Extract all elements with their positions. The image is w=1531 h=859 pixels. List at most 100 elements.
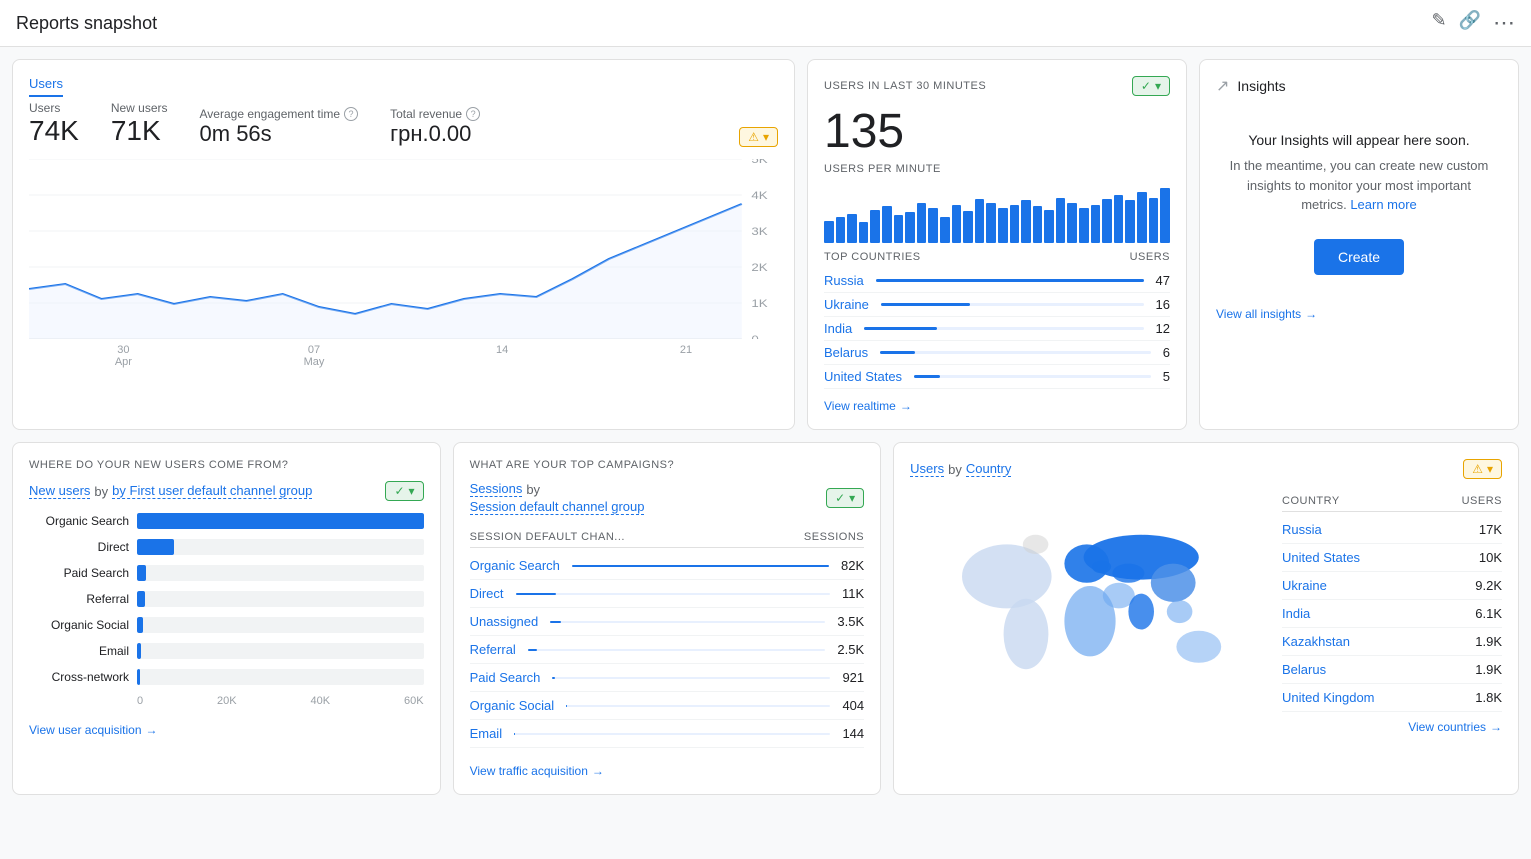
country-name[interactable]: India <box>824 321 852 336</box>
insights-headline: Your Insights will appear here soon. <box>1226 132 1492 148</box>
geo-country-name[interactable]: United Kingdom <box>1282 690 1375 705</box>
country-row: Ukraine 16 <box>824 293 1170 317</box>
by-label: by <box>526 482 540 497</box>
realtime-header: USERS IN LAST 30 MINUTES ✓ ▾ <box>824 76 1170 96</box>
country-row: Russia 47 <box>824 269 1170 293</box>
world-map-svg <box>930 502 1250 702</box>
more-icon[interactable]: ⋯ <box>1493 10 1515 36</box>
share-icon[interactable]: 🔗 <box>1459 10 1481 36</box>
col-country: COUNTRY <box>1282 495 1340 507</box>
check-chevron: ▾ <box>849 491 855 505</box>
realtime-bar <box>847 214 857 243</box>
view-all-insights-link[interactable]: View all insights → <box>1216 295 1502 321</box>
geo-card: Users by Country ⚠ ▾ <box>893 442 1519 795</box>
acq-fill <box>137 539 174 555</box>
svg-text:0: 0 <box>751 333 759 339</box>
x-label-21: 21 <box>680 344 692 368</box>
engagement-info-icon[interactable]: ? <box>344 107 358 121</box>
new-users-selector[interactable]: New users <box>29 483 90 499</box>
campaign-name[interactable]: Email <box>470 726 503 741</box>
stats-tabs: Users <box>29 76 778 97</box>
geo-country-name[interactable]: United States <box>1282 550 1360 565</box>
view-acquisition-link[interactable]: View user acquisition → <box>29 723 424 737</box>
tab-users[interactable]: Users <box>29 76 63 97</box>
countries-list: Russia 47 Ukraine 16 India 12 Belarus 6 <box>824 269 1170 389</box>
country-name[interactable]: Belarus <box>824 345 868 360</box>
campaigns-check-badge[interactable]: ✓ ▾ <box>826 488 864 508</box>
campaign-bar <box>550 621 561 623</box>
svg-text:3K: 3K <box>751 225 767 238</box>
country-value: 12 <box>1156 321 1170 336</box>
channel-selector[interactable]: by First user default channel group <box>112 483 312 499</box>
geo-warning-badge[interactable]: ⚠ ▾ <box>1463 459 1502 479</box>
new-users-stat: New users 71K <box>111 101 168 147</box>
header-actions: ✎ 🔗 ⋯ <box>1431 10 1515 36</box>
x-label-07may: 07May <box>304 344 325 368</box>
revenue-info-icon[interactable]: ? <box>466 107 480 121</box>
campaign-name[interactable]: Organic Search <box>470 558 560 573</box>
geo-country-value: 17K <box>1479 522 1502 537</box>
country-selector[interactable]: Country <box>966 461 1012 477</box>
channel-group-selector[interactable]: Session default channel group <box>470 499 645 515</box>
top-row: Users Users 74K New users 71K <box>12 59 1519 430</box>
view-campaigns-link[interactable]: View traffic acquisition → <box>470 764 865 778</box>
arrow-icon: → <box>1490 720 1502 734</box>
users-value: 74K <box>29 115 79 147</box>
realtime-bar <box>952 205 962 243</box>
country-name[interactable]: United States <box>824 369 902 384</box>
axis-60k: 60K <box>404 695 424 707</box>
realtime-check-badge[interactable]: ✓ ▾ <box>1132 76 1170 96</box>
acquisition-check-badge[interactable]: ✓ ▾ <box>385 481 423 501</box>
campaign-name[interactable]: Direct <box>470 586 504 601</box>
campaign-name[interactable]: Unassigned <box>470 614 539 629</box>
geo-row: United States 10K <box>1282 544 1502 572</box>
create-button[interactable]: Create <box>1314 239 1404 275</box>
view-realtime-link[interactable]: View realtime → <box>824 399 1170 413</box>
svg-text:5K: 5K <box>751 159 767 166</box>
geo-metric-selector: Users by Country <box>910 461 1011 477</box>
acquisition-card: WHERE DO YOUR NEW USERS COME FROM? New u… <box>12 442 441 795</box>
world-map <box>910 491 1270 712</box>
revenue-stat: Total revenue ? грн.0.00 <box>390 107 480 147</box>
new-users-value: 71K <box>111 115 168 147</box>
campaign-bar <box>566 705 567 707</box>
geo-country-name[interactable]: Belarus <box>1282 662 1326 677</box>
geo-rows: Russia 17K United States 10K Ukraine 9.2… <box>1282 516 1502 712</box>
main-stats-card: Users Users 74K New users 71K <box>12 59 795 430</box>
country-name[interactable]: Russia <box>824 273 864 288</box>
geo-country-name[interactable]: Ukraine <box>1282 578 1327 593</box>
engagement-value: 0m 56s <box>200 121 359 147</box>
country-name[interactable]: Ukraine <box>824 297 869 312</box>
check-icon: ✓ <box>394 484 404 498</box>
realtime-bar <box>1114 195 1124 243</box>
campaign-name[interactable]: Referral <box>470 642 516 657</box>
realtime-bar <box>1079 208 1089 243</box>
axis-20k: 20K <box>217 695 237 707</box>
campaign-value: 144 <box>842 726 864 741</box>
view-countries-link[interactable]: View countries → <box>910 720 1502 734</box>
sessions-selector[interactable]: Sessions <box>470 481 523 497</box>
campaign-bar-wrap <box>566 705 830 707</box>
geo-country-name[interactable]: Russia <box>1282 522 1322 537</box>
realtime-bar <box>1091 205 1101 243</box>
country-value: 6 <box>1163 345 1170 360</box>
insights-title: Insights <box>1237 78 1285 94</box>
edit-icon[interactable]: ✎ <box>1431 10 1446 36</box>
campaigns-metric-selector: Sessions by Session default channel grou… <box>470 481 645 515</box>
warning-badge[interactable]: ⚠ ▾ <box>739 127 778 147</box>
acq-track <box>137 617 424 633</box>
realtime-bar <box>963 211 973 243</box>
check-icon: ✓ <box>835 491 845 505</box>
campaign-name[interactable]: Paid Search <box>470 670 541 685</box>
realtime-bar-chart <box>824 183 1170 243</box>
campaign-name[interactable]: Organic Social <box>470 698 555 713</box>
country-bar-wrap <box>914 375 1151 378</box>
by-label: by <box>948 462 962 477</box>
learn-more-link[interactable]: Learn more <box>1350 197 1416 212</box>
geo-country-name[interactable]: Kazakhstan <box>1282 634 1350 649</box>
country-bar-wrap <box>864 327 1143 330</box>
geo-table-header: COUNTRY USERS <box>1282 491 1502 512</box>
geo-country-name[interactable]: India <box>1282 606 1310 621</box>
users-geo-selector[interactable]: Users <box>910 461 944 477</box>
axis-40k: 40K <box>311 695 331 707</box>
